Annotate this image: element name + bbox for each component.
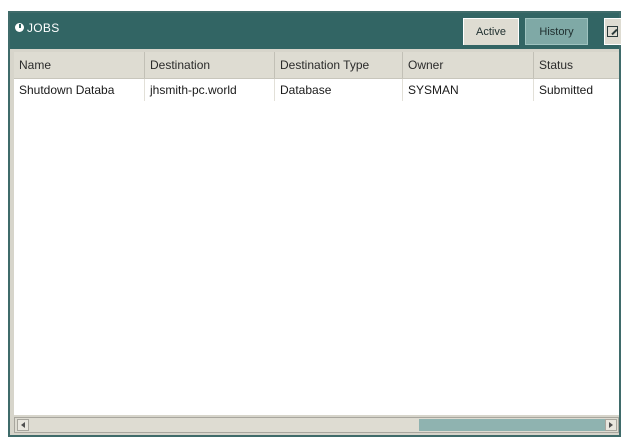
- horizontal-scrollbar[interactable]: [14, 417, 619, 433]
- column-header-name[interactable]: Name: [14, 52, 145, 78]
- content-area: Name Destination Destination Type Owner …: [10, 49, 619, 435]
- cell-destination: jhsmith-pc.world: [145, 79, 275, 101]
- clock-icon: [15, 23, 24, 32]
- arrow-right-icon: [609, 422, 613, 428]
- cell-destination-type: Database: [275, 79, 403, 101]
- cell-owner: SYSMAN: [403, 79, 534, 101]
- cell-name: Shutdown Databa: [14, 79, 145, 101]
- scroll-thumb[interactable]: [419, 419, 605, 431]
- jobs-table: Name Destination Destination Type Owner …: [14, 52, 619, 415]
- arrow-left-icon: [21, 422, 25, 428]
- edit-tab[interactable]: [604, 18, 621, 45]
- column-header-destination[interactable]: Destination: [145, 52, 275, 78]
- scroll-left-button[interactable]: [17, 419, 29, 431]
- column-header-status[interactable]: Status: [534, 52, 619, 78]
- cell-status: Submitted: [534, 79, 619, 101]
- table-header: Name Destination Destination Type Owner …: [14, 52, 619, 79]
- jobs-panel: JOBS Active History Name Destination Des…: [8, 11, 621, 437]
- scroll-right-button[interactable]: [605, 419, 617, 431]
- column-header-owner[interactable]: Owner: [403, 52, 534, 78]
- title-bar: JOBS Active History: [10, 13, 621, 49]
- table-row[interactable]: Shutdown Databa jhsmith-pc.world Databas…: [14, 79, 619, 101]
- tab-active[interactable]: Active: [463, 18, 519, 45]
- column-header-destination-type[interactable]: Destination Type: [275, 52, 403, 78]
- panel-title: JOBS: [27, 21, 60, 35]
- edit-icon: [607, 26, 618, 37]
- tab-history[interactable]: History: [525, 18, 588, 45]
